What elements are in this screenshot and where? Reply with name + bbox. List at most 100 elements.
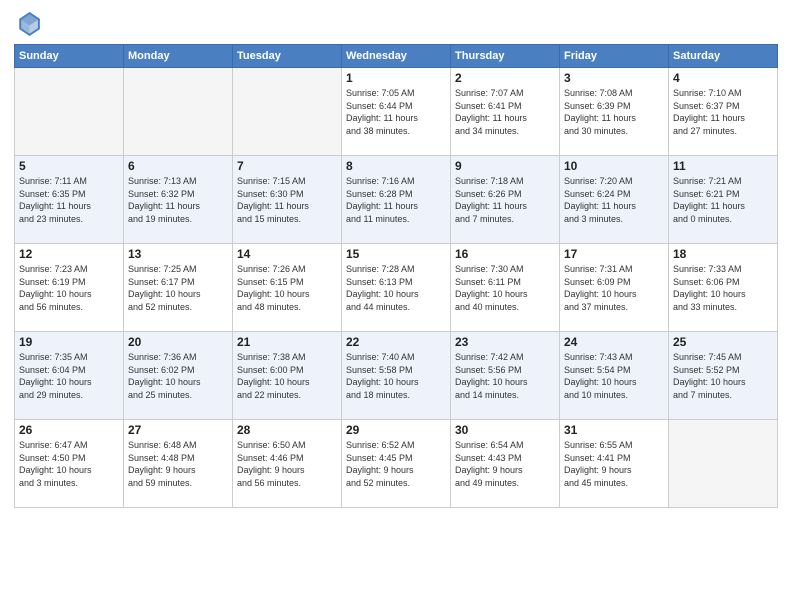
day-number: 2 bbox=[455, 71, 555, 85]
day-info: Sunrise: 7:31 AM Sunset: 6:09 PM Dayligh… bbox=[564, 263, 664, 313]
day-info: Sunrise: 7:10 AM Sunset: 6:37 PM Dayligh… bbox=[673, 87, 773, 137]
calendar-cell: 13Sunrise: 7:25 AM Sunset: 6:17 PM Dayli… bbox=[124, 244, 233, 332]
day-info: Sunrise: 6:47 AM Sunset: 4:50 PM Dayligh… bbox=[19, 439, 119, 489]
day-info: Sunrise: 7:35 AM Sunset: 6:04 PM Dayligh… bbox=[19, 351, 119, 401]
calendar-week-row: 1 Sunrise: 7:05 AM Sunset: 6:44 PM Daylig… bbox=[15, 68, 778, 156]
day-info: Sunrise: 6:52 AM Sunset: 4:45 PM Dayligh… bbox=[346, 439, 446, 489]
calendar-cell: 19 Sunrise: 7:35 AM Sunset: 6:04 PM Dayli… bbox=[15, 332, 124, 420]
calendar-header-monday: Monday bbox=[124, 45, 233, 68]
logo bbox=[14, 10, 46, 38]
calendar-cell: 11Sunrise: 7:21 AM Sunset: 6:21 PM Dayli… bbox=[669, 156, 778, 244]
day-number: 8 bbox=[346, 159, 446, 173]
calendar-header-wednesday: Wednesday bbox=[342, 45, 451, 68]
calendar-table: SundayMondayTuesdayWednesdayThursdayFrid… bbox=[14, 44, 778, 508]
day-info: Sunrise: 7:40 AM Sunset: 5:58 PM Dayligh… bbox=[346, 351, 446, 401]
calendar-cell bbox=[124, 68, 233, 156]
day-info: Sunrise: 6:54 AM Sunset: 4:43 PM Dayligh… bbox=[455, 439, 555, 489]
calendar-cell: 25Sunrise: 7:45 AM Sunset: 5:52 PM Dayli… bbox=[669, 332, 778, 420]
day-info: Sunrise: 7:42 AM Sunset: 5:56 PM Dayligh… bbox=[455, 351, 555, 401]
day-number: 21 bbox=[237, 335, 337, 349]
calendar-header-saturday: Saturday bbox=[669, 45, 778, 68]
day-number: 23 bbox=[455, 335, 555, 349]
day-number: 20 bbox=[128, 335, 228, 349]
day-number: 10 bbox=[564, 159, 664, 173]
day-number: 29 bbox=[346, 423, 446, 437]
day-number: 9 bbox=[455, 159, 555, 173]
calendar-cell: 27 Sunrise: 6:48 AM Sunset: 4:48 PM Dayli… bbox=[124, 420, 233, 508]
calendar-week-row: 12 Sunrise: 7:23 AM Sunset: 6:19 PM Dayli… bbox=[15, 244, 778, 332]
day-number: 18 bbox=[673, 247, 773, 261]
calendar-cell: 15 Sunrise: 7:28 AM Sunset: 6:13 PM Dayli… bbox=[342, 244, 451, 332]
day-info: Sunrise: 7:30 AM Sunset: 6:11 PM Dayligh… bbox=[455, 263, 555, 313]
calendar-cell bbox=[233, 68, 342, 156]
day-info: Sunrise: 7:18 AM Sunset: 6:26 PM Dayligh… bbox=[455, 175, 555, 225]
day-info: Sunrise: 7:11 AM Sunset: 6:35 PM Dayligh… bbox=[19, 175, 119, 225]
calendar-cell: 8 Sunrise: 7:16 AM Sunset: 6:28 PM Daylig… bbox=[342, 156, 451, 244]
day-info: Sunrise: 6:48 AM Sunset: 4:48 PM Dayligh… bbox=[128, 439, 228, 489]
day-info: Sunrise: 7:23 AM Sunset: 6:19 PM Dayligh… bbox=[19, 263, 119, 313]
day-info: Sunrise: 7:28 AM Sunset: 6:13 PM Dayligh… bbox=[346, 263, 446, 313]
calendar-cell: 5 Sunrise: 7:11 AM Sunset: 6:35 PM Daylig… bbox=[15, 156, 124, 244]
calendar-cell bbox=[15, 68, 124, 156]
calendar-cell: 4 Sunrise: 7:10 AM Sunset: 6:37 PM Daylig… bbox=[669, 68, 778, 156]
day-info: Sunrise: 7:15 AM Sunset: 6:30 PM Dayligh… bbox=[237, 175, 337, 225]
day-number: 1 bbox=[346, 71, 446, 85]
calendar-cell: 6 Sunrise: 7:13 AM Sunset: 6:32 PM Daylig… bbox=[124, 156, 233, 244]
day-number: 31 bbox=[564, 423, 664, 437]
day-info: Sunrise: 7:08 AM Sunset: 6:39 PM Dayligh… bbox=[564, 87, 664, 137]
calendar-header-row: SundayMondayTuesdayWednesdayThursdayFrid… bbox=[15, 45, 778, 68]
calendar-cell: 22Sunrise: 7:40 AM Sunset: 5:58 PM Dayli… bbox=[342, 332, 451, 420]
day-info: Sunrise: 7:13 AM Sunset: 6:32 PM Dayligh… bbox=[128, 175, 228, 225]
calendar-cell: 14Sunrise: 7:26 AM Sunset: 6:15 PM Dayli… bbox=[233, 244, 342, 332]
calendar-cell: 30 Sunrise: 6:54 AM Sunset: 4:43 PM Dayli… bbox=[451, 420, 560, 508]
day-info: Sunrise: 7:07 AM Sunset: 6:41 PM Dayligh… bbox=[455, 87, 555, 137]
calendar-cell: 24 Sunrise: 7:43 AM Sunset: 5:54 PM Dayli… bbox=[560, 332, 669, 420]
day-info: Sunrise: 7:25 AM Sunset: 6:17 PM Dayligh… bbox=[128, 263, 228, 313]
calendar-cell: 10 Sunrise: 7:20 AM Sunset: 6:24 PM Dayli… bbox=[560, 156, 669, 244]
day-info: Sunrise: 7:21 AM Sunset: 6:21 PM Dayligh… bbox=[673, 175, 773, 225]
calendar-header-thursday: Thursday bbox=[451, 45, 560, 68]
day-info: Sunrise: 6:50 AM Sunset: 4:46 PM Dayligh… bbox=[237, 439, 337, 489]
day-number: 7 bbox=[237, 159, 337, 173]
calendar-cell: 7 Sunrise: 7:15 AM Sunset: 6:30 PM Daylig… bbox=[233, 156, 342, 244]
day-number: 17 bbox=[564, 247, 664, 261]
day-number: 5 bbox=[19, 159, 119, 173]
day-number: 14 bbox=[237, 247, 337, 261]
day-number: 30 bbox=[455, 423, 555, 437]
day-number: 28 bbox=[237, 423, 337, 437]
calendar-cell: 26Sunrise: 6:47 AM Sunset: 4:50 PM Dayli… bbox=[15, 420, 124, 508]
calendar-cell: 20Sunrise: 7:36 AM Sunset: 6:02 PM Dayli… bbox=[124, 332, 233, 420]
calendar-header-friday: Friday bbox=[560, 45, 669, 68]
day-number: 6 bbox=[128, 159, 228, 173]
day-info: Sunrise: 7:20 AM Sunset: 6:24 PM Dayligh… bbox=[564, 175, 664, 225]
day-info: Sunrise: 7:38 AM Sunset: 6:00 PM Dayligh… bbox=[237, 351, 337, 401]
calendar-cell: 23 Sunrise: 7:42 AM Sunset: 5:56 PM Dayli… bbox=[451, 332, 560, 420]
calendar-cell: 21 Sunrise: 7:38 AM Sunset: 6:00 PM Dayli… bbox=[233, 332, 342, 420]
day-info: Sunrise: 7:45 AM Sunset: 5:52 PM Dayligh… bbox=[673, 351, 773, 401]
day-number: 15 bbox=[346, 247, 446, 261]
header bbox=[14, 10, 778, 38]
day-info: Sunrise: 7:33 AM Sunset: 6:06 PM Dayligh… bbox=[673, 263, 773, 313]
calendar-cell: 31Sunrise: 6:55 AM Sunset: 4:41 PM Dayli… bbox=[560, 420, 669, 508]
day-number: 27 bbox=[128, 423, 228, 437]
calendar-header-sunday: Sunday bbox=[15, 45, 124, 68]
day-number: 4 bbox=[673, 71, 773, 85]
calendar-cell bbox=[669, 420, 778, 508]
calendar-week-row: 19 Sunrise: 7:35 AM Sunset: 6:04 PM Dayli… bbox=[15, 332, 778, 420]
day-info: Sunrise: 7:05 AM Sunset: 6:44 PM Dayligh… bbox=[346, 87, 446, 137]
calendar-header-tuesday: Tuesday bbox=[233, 45, 342, 68]
logo-icon bbox=[14, 10, 42, 38]
day-number: 3 bbox=[564, 71, 664, 85]
day-info: Sunrise: 7:16 AM Sunset: 6:28 PM Dayligh… bbox=[346, 175, 446, 225]
calendar-cell: 9 Sunrise: 7:18 AM Sunset: 6:26 PM Daylig… bbox=[451, 156, 560, 244]
day-number: 24 bbox=[564, 335, 664, 349]
calendar-week-row: 5 Sunrise: 7:11 AM Sunset: 6:35 PM Daylig… bbox=[15, 156, 778, 244]
day-number: 19 bbox=[19, 335, 119, 349]
day-number: 12 bbox=[19, 247, 119, 261]
calendar-cell: 17 Sunrise: 7:31 AM Sunset: 6:09 PM Dayli… bbox=[560, 244, 669, 332]
day-number: 16 bbox=[455, 247, 555, 261]
calendar-cell: 12 Sunrise: 7:23 AM Sunset: 6:19 PM Dayli… bbox=[15, 244, 124, 332]
day-info: Sunrise: 7:43 AM Sunset: 5:54 PM Dayligh… bbox=[564, 351, 664, 401]
calendar-cell: 3 Sunrise: 7:08 AM Sunset: 6:39 PM Daylig… bbox=[560, 68, 669, 156]
page: SundayMondayTuesdayWednesdayThursdayFrid… bbox=[0, 0, 792, 612]
